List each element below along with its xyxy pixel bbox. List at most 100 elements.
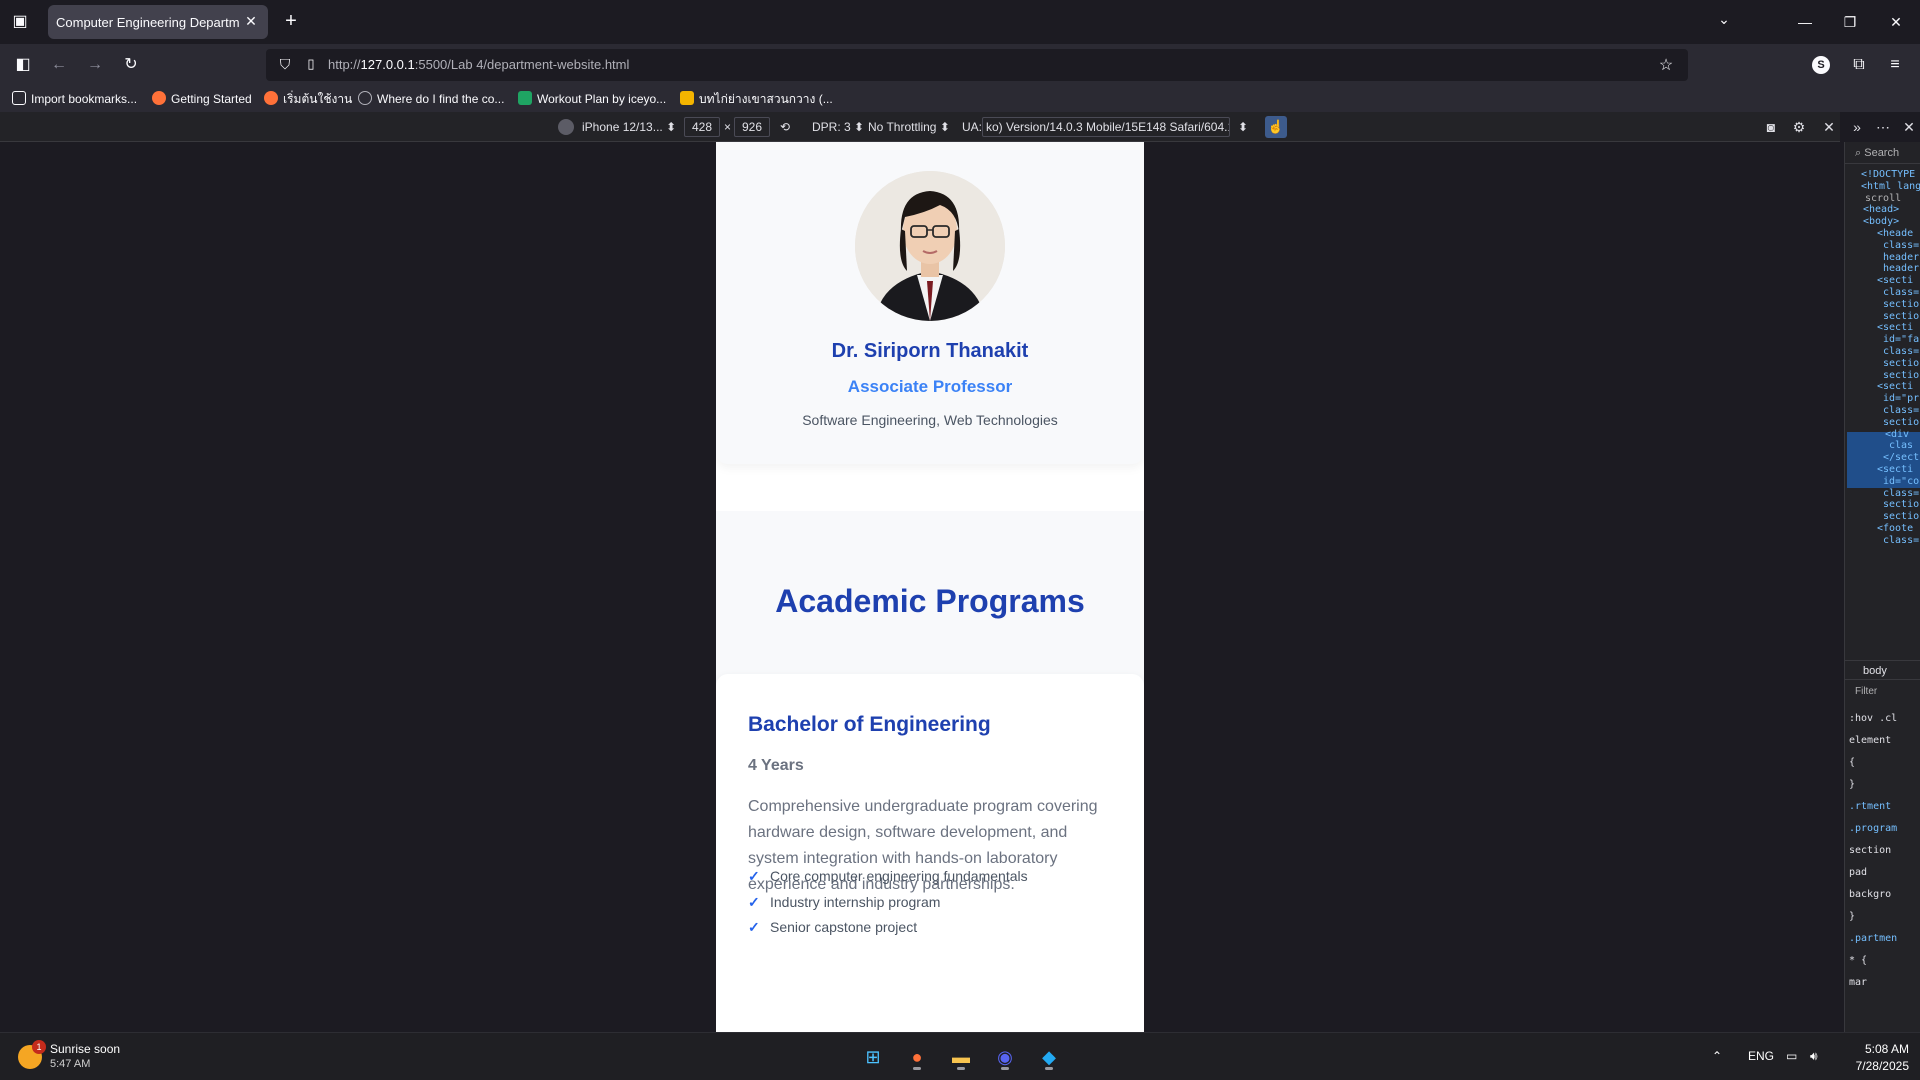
mobile-viewport: Dr. Siriporn Thanakit Associate Professo…: [716, 142, 1144, 1032]
close-tab-icon[interactable]: ✕: [242, 12, 260, 30]
bookmark-star-icon[interactable]: ☆: [1656, 55, 1676, 75]
viewport-height-input[interactable]: 926: [734, 117, 770, 137]
shield-icon[interactable]: ⛉: [276, 56, 294, 74]
reload-icon[interactable]: ↻: [120, 54, 142, 76]
viewport-width-input[interactable]: 428: [684, 117, 720, 137]
extensions-icon[interactable]: ⧉: [1848, 54, 1870, 76]
window-close-icon[interactable]: ✕: [1884, 10, 1908, 34]
settings-icon[interactable]: ⚙: [1790, 118, 1808, 136]
vscode-icon[interactable]: ◆: [1034, 1042, 1064, 1072]
css-rule-line: {: [1849, 757, 1856, 768]
section-title: Academic Programs: [775, 583, 1085, 619]
dimension-separator: ×: [724, 120, 732, 134]
running-indicator: [1001, 1067, 1009, 1070]
chevron-down-icon[interactable]: ⌄: [1714, 11, 1734, 31]
running-indicator: [957, 1067, 965, 1070]
feature-item: ✓ Senior capstone project: [748, 919, 918, 935]
tab-strip: ▣ Computer Engineering Department ✕ + ⌄ …: [0, 0, 1920, 44]
notification-badge: 1: [32, 1040, 46, 1054]
css-rule-line: section: [1849, 845, 1892, 856]
tray-chevron-icon[interactable]: ⌃: [1712, 1049, 1722, 1063]
css-rule-line: * {: [1849, 955, 1868, 966]
running-indicator: [1045, 1067, 1053, 1070]
weather-title[interactable]: Sunrise soon: [50, 1042, 120, 1056]
bookmark-item[interactable]: Getting Started: [152, 90, 252, 108]
more-options-icon[interactable]: ⋯: [1874, 118, 1892, 136]
network-icon[interactable]: ▭: [1786, 1049, 1797, 1063]
css-rule-line: backgro: [1849, 889, 1892, 900]
minimize-icon[interactable]: —: [1793, 10, 1817, 34]
faculty-specialization: Software Engineering, Web Technologies: [802, 412, 1058, 428]
back-icon[interactable]: ←: [48, 54, 70, 76]
start-icon[interactable]: ⊞: [858, 1042, 888, 1072]
firefox-icon[interactable]: ●: [902, 1042, 932, 1072]
css-rule-line: mar: [1849, 977, 1868, 988]
account-icon[interactable]: S: [1812, 56, 1830, 74]
check-icon: ✓: [748, 868, 760, 884]
rules-filter[interactable]: Filter: [1845, 682, 1920, 702]
css-rule-line: }: [1849, 911, 1856, 922]
clock-date[interactable]: 7/28/2025: [1845, 1059, 1909, 1073]
tab-list-icon[interactable]: ▣: [10, 12, 30, 32]
ua-label: UA:: [962, 120, 983, 134]
search-icon: ⌕: [1855, 147, 1862, 159]
menu-icon[interactable]: ≡: [1884, 54, 1906, 76]
faculty-photo: [855, 171, 1005, 321]
faculty-name: Dr. Siriporn Thanakit: [831, 340, 1029, 362]
css-rule-line: .partmen: [1849, 933, 1898, 944]
devtools-overflow-icon[interactable]: »: [1848, 118, 1866, 136]
bookmarks-toolbar: Import bookmarks... Getting Started เริ่…: [0, 86, 1920, 112]
bookmark-item[interactable]: บทไก่ย่างเขาสวนกวาง (...: [680, 90, 833, 108]
faculty-card: Dr. Siriporn Thanakit Associate Professo…: [716, 142, 1144, 464]
devtools-panel: ⌕ Search <!DOCTYPE <html lang scroll <head>…: [1844, 142, 1920, 1032]
running-indicator: [913, 1067, 921, 1070]
screenshot-icon[interactable]: ◙: [1762, 118, 1780, 136]
new-tab-icon[interactable]: +: [280, 10, 302, 32]
volume-icon[interactable]: 🔊︎: [1810, 1049, 1818, 1064]
bookmark-item[interactable]: Workout Plan by iceyo...: [518, 90, 666, 108]
file-explorer-icon[interactable]: ▬: [946, 1042, 976, 1072]
throttling-selector[interactable]: No Throttling ⬍: [868, 119, 950, 135]
check-icon: ✓: [748, 919, 760, 935]
css-rule-line: element: [1849, 735, 1892, 746]
css-rule-line: .rtment: [1849, 801, 1892, 812]
url-bar[interactable]: ⛉ ▯ http://127.0.0.1:5500/Lab 4/departme…: [266, 49, 1688, 81]
tab-title: Computer Engineering Department: [56, 15, 240, 30]
bookmark-item[interactable]: เริ่มต้นใช้งาน: [264, 90, 352, 108]
css-rule-line: }: [1849, 779, 1856, 790]
check-icon: ✓: [748, 894, 760, 910]
forward-icon[interactable]: →: [84, 54, 106, 76]
responsive-design-toolbar: iPhone 12/13... ⬍ 428 × 926 ⟲ DPR: 3 ⬍ N…: [0, 112, 1840, 142]
no-entry-icon[interactable]: [558, 119, 574, 135]
ua-dropdown-icon[interactable]: ⬍: [1238, 119, 1248, 135]
rotate-icon[interactable]: ⟲: [780, 119, 790, 135]
feature-item: ✓ Core computer engineering fundamentals: [748, 868, 1028, 884]
close-rdm-icon[interactable]: ✕: [1820, 118, 1838, 136]
import-icon: [12, 91, 26, 105]
bookmark-item[interactable]: Import bookmarks...: [12, 90, 137, 108]
inspector-search[interactable]: ⌕ Search: [1845, 142, 1920, 164]
user-agent-input[interactable]: ko) Version/14.0.3 Mobile/15E148 Safari/…: [982, 117, 1230, 137]
drive-icon: [680, 91, 694, 105]
active-tab[interactable]: Computer Engineering Department ✕: [48, 5, 268, 39]
breadcrumb[interactable]: body: [1845, 660, 1920, 680]
program-duration: 4 Years: [748, 757, 804, 774]
restore-icon[interactable]: ❐: [1838, 10, 1862, 34]
close-devtools-icon[interactable]: ✕: [1900, 118, 1918, 136]
device-selector[interactable]: iPhone 12/13... ⬍: [582, 119, 676, 135]
bookmark-item[interactable]: Where do I find the co...: [358, 90, 504, 108]
dpr-selector[interactable]: DPR: 3 ⬍: [812, 119, 864, 135]
faculty-title: Associate Professor: [847, 377, 1013, 396]
feature-item: ✓ Industry internship program: [748, 894, 941, 910]
clock-time[interactable]: 5:08 AM: [1853, 1042, 1909, 1056]
program-card: Bachelor of Engineering 4 Years Comprehe…: [716, 674, 1144, 1032]
sheets-icon: [518, 91, 532, 105]
css-rule-line: :hov .cl: [1849, 713, 1898, 724]
language-indicator[interactable]: ENG: [1748, 1049, 1774, 1063]
sidebar-icon[interactable]: ◧: [12, 54, 34, 76]
markup-line[interactable]: class=: [1883, 534, 1919, 548]
page-icon[interactable]: ▯: [302, 56, 320, 74]
discord-icon[interactable]: ◉: [990, 1042, 1020, 1072]
url-text[interactable]: http://127.0.0.1:5500/Lab 4/department-w…: [328, 57, 629, 72]
touch-simulation-icon[interactable]: ☝: [1265, 116, 1287, 138]
